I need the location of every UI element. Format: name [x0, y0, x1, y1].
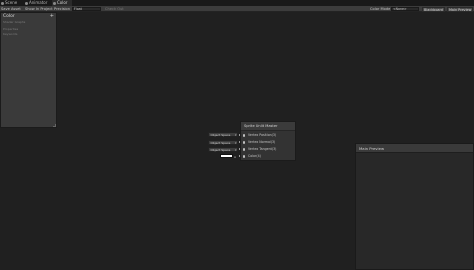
blackboard-title: Color: [3, 14, 15, 19]
precision-dropdown[interactable]: Float: [72, 7, 101, 11]
graph-toolbar: Save Asset Show In Project Precision Flo…: [0, 6, 474, 12]
alpha-label: A: [234, 154, 237, 159]
port-vertex-normal[interactable]: Vertex Normal(3): [243, 140, 275, 145]
sprite-unlit-master-node[interactable]: Sprite Unlit Master Vertex Position(3) V…: [240, 121, 296, 161]
animator-icon: [25, 1, 28, 5]
precision-value: Float: [74, 7, 82, 11]
object-space-dropdown[interactable]: Object Space ▾: [208, 132, 238, 137]
shader-graph-window: Scene Animator Color Save Asset Show In …: [0, 0, 474, 270]
scene-icon: [1, 1, 4, 5]
main-preview-panel[interactable]: Main Preview: [355, 143, 474, 270]
object-space-label: Object Space: [210, 147, 231, 152]
node-title: Sprite Unlit Master: [241, 122, 295, 131]
tab-animator-label: Animator: [29, 0, 48, 5]
blackboard-toggle-label: Blackboard: [424, 7, 443, 12]
port-dot-icon[interactable]: [243, 148, 246, 151]
port-vertex-tangent[interactable]: Vertex Tangent(3): [243, 147, 276, 152]
plus-icon[interactable]: +: [50, 14, 54, 19]
chevron-down-icon: ▾: [234, 140, 237, 145]
blackboard-toggle-button[interactable]: Blackboard: [422, 6, 445, 12]
tab-scene-label: Scene: [5, 0, 18, 5]
color-mode-label: Color Mode: [370, 7, 391, 11]
blackboard-panel[interactable]: Color + Shader Graphs Properties Keyword…: [0, 12, 57, 128]
object-space-dropdown[interactable]: Object Space ▾: [208, 146, 238, 152]
color-mode-dropdown[interactable]: <None>: [391, 7, 419, 11]
port-label: Vertex Tangent(3): [248, 147, 277, 151]
port-label: Color(4): [248, 154, 261, 158]
chevron-down-icon: ▾: [234, 147, 237, 152]
main-preview-toggle-label: Main Preview: [449, 7, 472, 12]
main-preview-title: Main Preview: [356, 144, 473, 153]
object-space-label: Object Space: [210, 140, 231, 145]
port-dot-icon[interactable]: [243, 134, 246, 137]
port-dot-icon[interactable]: [243, 155, 246, 158]
port-label: Vertex Normal(3): [248, 140, 276, 144]
blackboard-section-keywords[interactable]: Keywords: [3, 32, 17, 36]
chevron-down-icon: ▾: [234, 133, 237, 137]
color-swatch[interactable]: [220, 154, 233, 158]
shader-graph-icon: [53, 1, 56, 5]
object-space-dropdown[interactable]: Object Space ▾: [208, 139, 238, 145]
tab-color-label: Color: [57, 0, 68, 5]
color-mode-value: <None>: [393, 7, 407, 11]
port-label: Vertex Position(3): [248, 133, 277, 137]
blackboard-subtitle: Shader Graphs: [3, 20, 26, 24]
port-vertex-position[interactable]: Vertex Position(3): [243, 133, 276, 138]
check-out-button[interactable]: Check Out: [105, 6, 124, 12]
port-dot-icon[interactable]: [243, 141, 246, 144]
object-space-label: Object Space: [210, 133, 231, 137]
blackboard-section-properties[interactable]: Properties: [3, 27, 18, 31]
port-color[interactable]: Color(4): [243, 154, 261, 159]
resize-handle-icon[interactable]: [53, 124, 56, 127]
main-preview-toggle-button[interactable]: Main Preview: [447, 6, 473, 12]
